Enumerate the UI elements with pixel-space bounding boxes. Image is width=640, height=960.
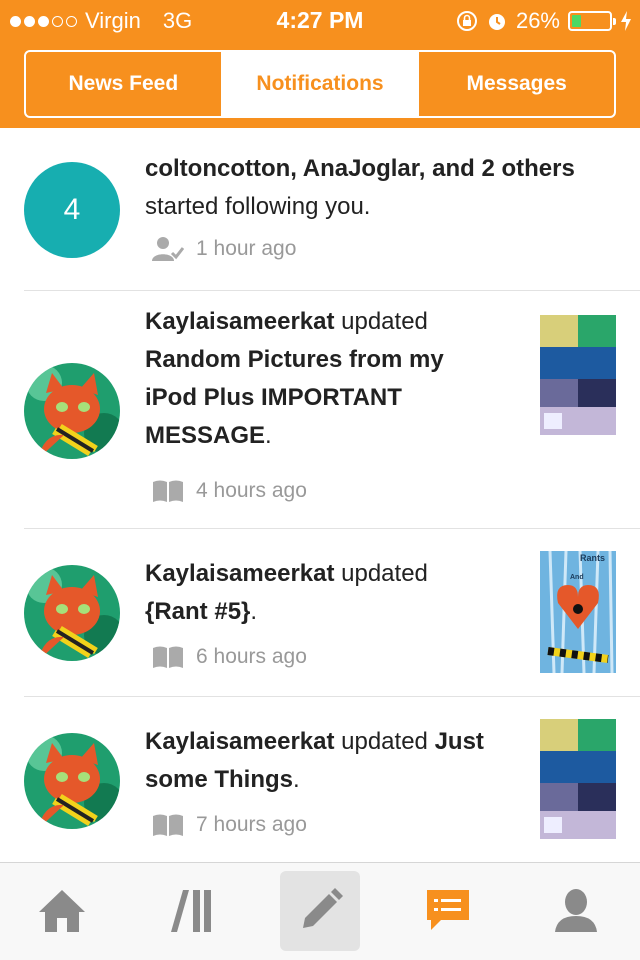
rotation-lock-icon <box>456 11 477 31</box>
tab-messages[interactable]: Messages <box>417 52 614 116</box>
notification-item[interactable]: Kaylaisameerkat updated Just some Things… <box>24 697 640 862</box>
cat-avatar-image <box>24 565 120 661</box>
follower-count-avatar: 4 <box>24 162 120 258</box>
story-cover-thumbnail[interactable] <box>540 719 616 839</box>
charging-icon <box>621 11 631 31</box>
tab-notifications[interactable]: Notifications <box>220 52 418 116</box>
notification-text: Kaylaisameerkat updated {Rant #5}. <box>145 560 428 625</box>
notification-user[interactable]: Kaylaisameerkat <box>145 308 334 335</box>
story-title[interactable]: {Rant #5} <box>145 598 250 625</box>
cover-subtitle-text: And <box>570 574 584 581</box>
battery-percent: 26% <box>515 8 560 33</box>
home-tab[interactable] <box>22 871 102 951</box>
notification-item[interactable]: Kaylaisameerkat updated Random Pictures … <box>24 291 640 529</box>
status-bar: Virgin 3G 4:27 PM 26% <box>0 0 640 40</box>
app-header: Virgin 3G 4:27 PM 26% News Feed Notifica… <box>0 0 640 128</box>
tab-news-feed[interactable]: News Feed <box>26 52 221 116</box>
battery-fill <box>572 15 582 27</box>
cover-title-text: Rants <box>580 553 605 563</box>
follow-icon <box>152 237 184 261</box>
messages-tab[interactable] <box>408 871 488 951</box>
notification-text: Kaylaisameerkat updated Random Pictures … <box>145 308 444 449</box>
notification-meta: 6 hours ago <box>152 645 307 669</box>
user-avatar[interactable] <box>24 363 120 459</box>
story-cover-image <box>540 719 616 839</box>
home-icon <box>39 890 85 932</box>
notification-time: 7 hours ago <box>196 813 307 836</box>
library-tab[interactable] <box>152 871 232 951</box>
notification-text: Kaylaisameerkat updated Just some Things… <box>145 728 484 793</box>
book-icon <box>153 480 183 502</box>
header-tabs: News Feed Notifications Messages <box>24 50 616 118</box>
story-cover-image <box>540 315 616 435</box>
user-avatar[interactable] <box>24 565 120 661</box>
cat-avatar-image <box>24 733 120 829</box>
notification-meta: 1 hour ago <box>152 236 296 262</box>
notification-item[interactable]: 4 coltoncotton, AnaJoglar, and 2 others … <box>24 128 640 291</box>
cat-avatar-image <box>24 363 120 459</box>
bottom-tab-bar <box>0 862 640 960</box>
profile-icon <box>555 889 597 932</box>
book-icon <box>153 814 183 836</box>
notification-users[interactable]: coltoncotton, AnaJoglar, and 2 others <box>145 155 575 182</box>
story-title[interactable]: Random Pictures from my iPod Plus IMPORT… <box>145 346 444 449</box>
notification-user[interactable]: Kaylaisameerkat <box>145 560 334 587</box>
notification-action: updated <box>341 308 428 335</box>
notification-action: updated <box>341 728 428 755</box>
notification-time: 4 hours ago <box>196 479 307 502</box>
user-avatar[interactable] <box>24 733 120 829</box>
notification-text: coltoncotton, AnaJoglar, and 2 others st… <box>145 150 575 226</box>
alarm-icon <box>488 14 505 30</box>
library-icon <box>171 890 211 932</box>
notification-item[interactable]: Kaylaisameerkat updated {Rant #5}. 6 hou… <box>24 529 640 697</box>
notification-meta: 4 hours ago <box>152 479 307 503</box>
status-right: 26% <box>456 8 632 34</box>
story-cover-thumbnail[interactable]: Rants And <box>540 551 616 673</box>
profile-tab[interactable] <box>536 871 616 951</box>
notification-time: 1 hour ago <box>196 237 297 260</box>
notification-list: 4 coltoncotton, AnaJoglar, and 2 others … <box>0 128 640 862</box>
battery-icon <box>568 11 616 31</box>
compose-tab[interactable] <box>280 871 360 951</box>
notification-meta: 7 hours ago <box>152 813 307 837</box>
story-cover-thumbnail[interactable] <box>540 315 616 435</box>
notification-user[interactable]: Kaylaisameerkat <box>145 728 334 755</box>
notification-action: started following you. <box>145 193 371 220</box>
notification-time: 6 hours ago <box>196 645 307 668</box>
story-cover-image: Rants And <box>540 551 616 673</box>
compose-icon <box>303 888 343 928</box>
messages-icon <box>427 890 469 930</box>
book-icon <box>153 646 183 668</box>
notification-action: updated <box>341 560 428 587</box>
